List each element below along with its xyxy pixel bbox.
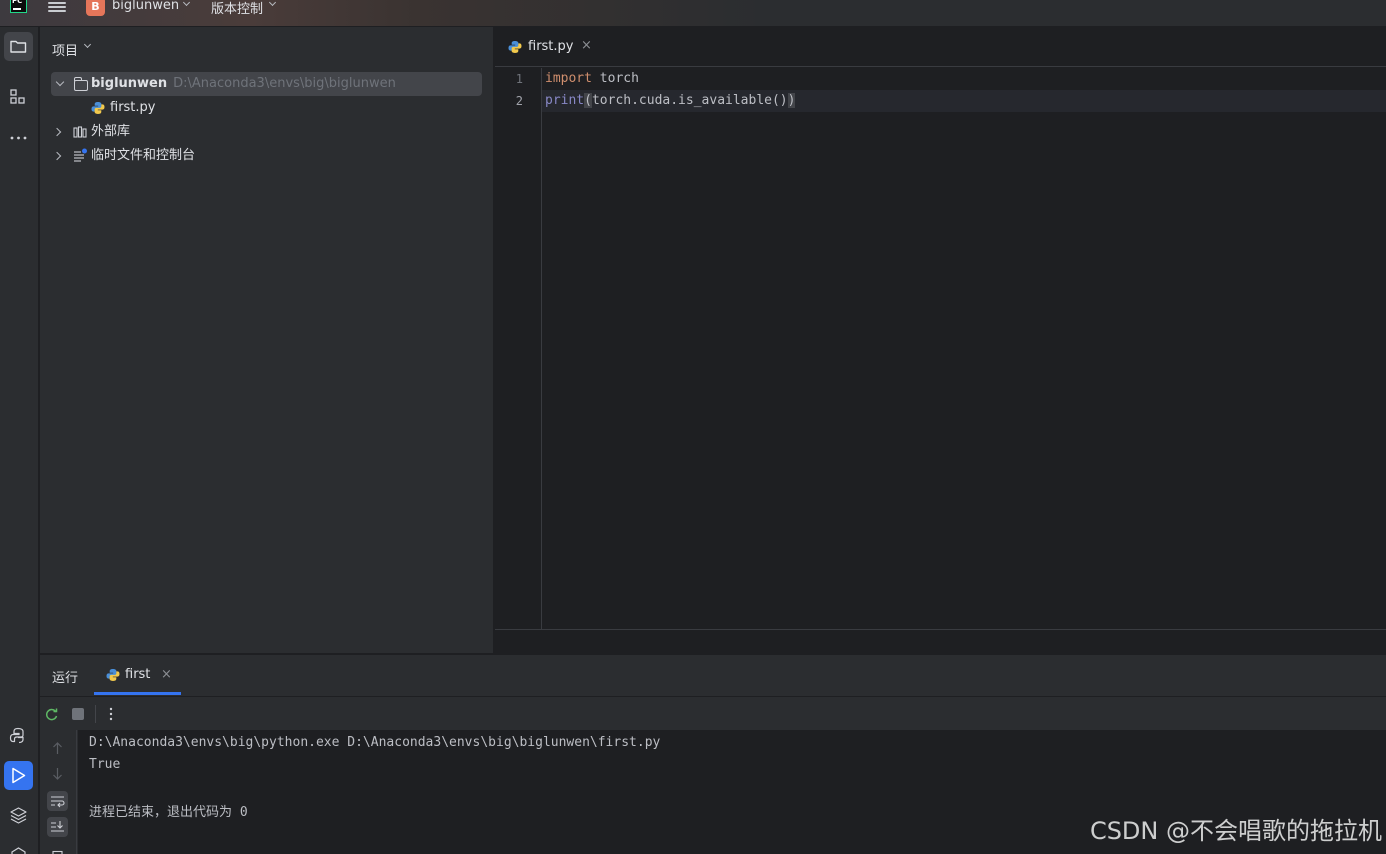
console-line: 进程已结束，退出代码为 0 xyxy=(89,805,248,820)
run-icon xyxy=(12,767,26,784)
code-line[interactable]: print(torch.cuda.is_available()) xyxy=(545,90,796,112)
editor-tab-bar: first.py × xyxy=(495,27,1386,67)
tree-item-path: D:\Anaconda3\envs\big\biglunwen xyxy=(173,76,396,91)
project-tool-button[interactable] xyxy=(4,32,33,61)
tree-item-external-libraries[interactable]: 外部库 xyxy=(51,120,482,144)
project-panel: 项目 biglunwen D:\Anaconda3\envs\big\biglun… xyxy=(40,27,494,653)
folder-icon xyxy=(73,77,88,91)
tree-item-scratches[interactable]: 临时文件和控制台 xyxy=(51,144,482,168)
tree-item-file[interactable]: first.py xyxy=(91,96,482,120)
tree-item-project-root[interactable]: biglunwen D:\Anaconda3\envs\big\biglunwen xyxy=(51,72,482,96)
stop-icon[interactable] xyxy=(72,708,84,720)
paren-token: ( xyxy=(584,93,592,108)
run-tool-button[interactable] xyxy=(4,761,33,790)
run-tab-first[interactable]: first × xyxy=(94,655,181,695)
toolbar-divider xyxy=(95,705,96,723)
project-badge[interactable]: B xyxy=(86,0,105,16)
vcs-menu[interactable]: 版本控制 xyxy=(211,0,263,17)
line-number-gutter: 1 2 xyxy=(495,68,542,629)
builtin-token: print xyxy=(545,93,585,108)
tree-item-label: 临时文件和控制台 xyxy=(91,148,196,163)
scratches-icon xyxy=(74,148,87,162)
editor: first.py × 1 2 import torch print(torch.… xyxy=(495,27,1386,653)
tree-item-label: biglunwen xyxy=(91,76,168,91)
chevron-down-icon[interactable] xyxy=(182,0,191,7)
python-file-icon xyxy=(91,102,105,114)
active-tab-indicator xyxy=(94,692,181,695)
title-bar: PC B biglunwen 版本控制 xyxy=(0,0,1386,27)
chevron-down-icon[interactable] xyxy=(83,40,92,49)
more-icon[interactable] xyxy=(107,706,115,722)
library-icon xyxy=(73,126,87,138)
folder-icon xyxy=(10,40,27,53)
close-icon[interactable]: × xyxy=(161,667,172,682)
tool-window-strip xyxy=(0,27,39,854)
run-tab-label: first xyxy=(125,667,151,682)
console-line: True xyxy=(89,757,121,772)
services-icon xyxy=(11,847,26,854)
structure-tool-button[interactable] xyxy=(4,83,33,112)
arrow-up-icon[interactable] xyxy=(47,738,68,758)
chevron-down-icon[interactable] xyxy=(55,77,65,87)
more-tools-button[interactable] xyxy=(4,123,33,152)
watermark: CSDN @不会唱歌的拖拉机 xyxy=(1089,817,1382,845)
project-selector[interactable]: biglunwen xyxy=(112,0,179,13)
close-icon[interactable]: × xyxy=(581,38,592,53)
chevron-down-icon[interactable] xyxy=(268,0,277,7)
rerun-icon[interactable] xyxy=(44,707,59,722)
arrow-down-icon[interactable] xyxy=(47,764,68,784)
print-icon[interactable] xyxy=(47,844,68,854)
main-menu-icon[interactable] xyxy=(48,0,66,14)
services-tool-button[interactable] xyxy=(4,839,33,854)
code-line[interactable]: import torch xyxy=(545,68,639,90)
tree-item-label: 外部库 xyxy=(91,124,131,139)
chevron-right-icon[interactable] xyxy=(52,151,62,161)
line-number: 1 xyxy=(515,72,523,86)
python-console-tool-button[interactable] xyxy=(4,721,33,750)
pycharm-logo-icon: PC xyxy=(10,0,27,13)
layers-icon xyxy=(10,807,27,824)
structure-icon xyxy=(10,89,25,104)
code-token: torch.cuda.is_available() xyxy=(591,93,788,108)
console-side-toolbar xyxy=(40,730,77,854)
editor-tab-first-py[interactable]: first.py × xyxy=(495,27,607,67)
soft-wrap-icon xyxy=(51,796,65,808)
line-number: 2 xyxy=(515,94,523,108)
more-icon xyxy=(10,136,27,140)
scroll-to-end-icon xyxy=(51,821,64,832)
tree-item-label: first.py xyxy=(110,100,156,115)
code-token: torch xyxy=(591,71,639,86)
layers-tool-button[interactable] xyxy=(4,801,33,830)
python-console-icon xyxy=(9,727,24,744)
soft-wrap-button[interactable] xyxy=(47,791,68,811)
python-file-icon xyxy=(106,669,120,681)
keyword-token: import xyxy=(545,71,592,86)
chevron-right-icon[interactable] xyxy=(52,127,62,137)
tab-label: first.py xyxy=(528,39,574,54)
run-panel-title: 运行 xyxy=(52,671,79,686)
run-toolbar xyxy=(40,696,1386,730)
paren-token: ) xyxy=(787,93,796,108)
editor-breadcrumb-bar xyxy=(495,629,1386,653)
console-line: D:\Anaconda3\envs\big\python.exe D:\Anac… xyxy=(89,735,661,750)
scroll-to-end-button[interactable] xyxy=(47,817,68,837)
panel-title[interactable]: 项目 xyxy=(52,40,78,59)
python-file-icon xyxy=(508,41,522,53)
